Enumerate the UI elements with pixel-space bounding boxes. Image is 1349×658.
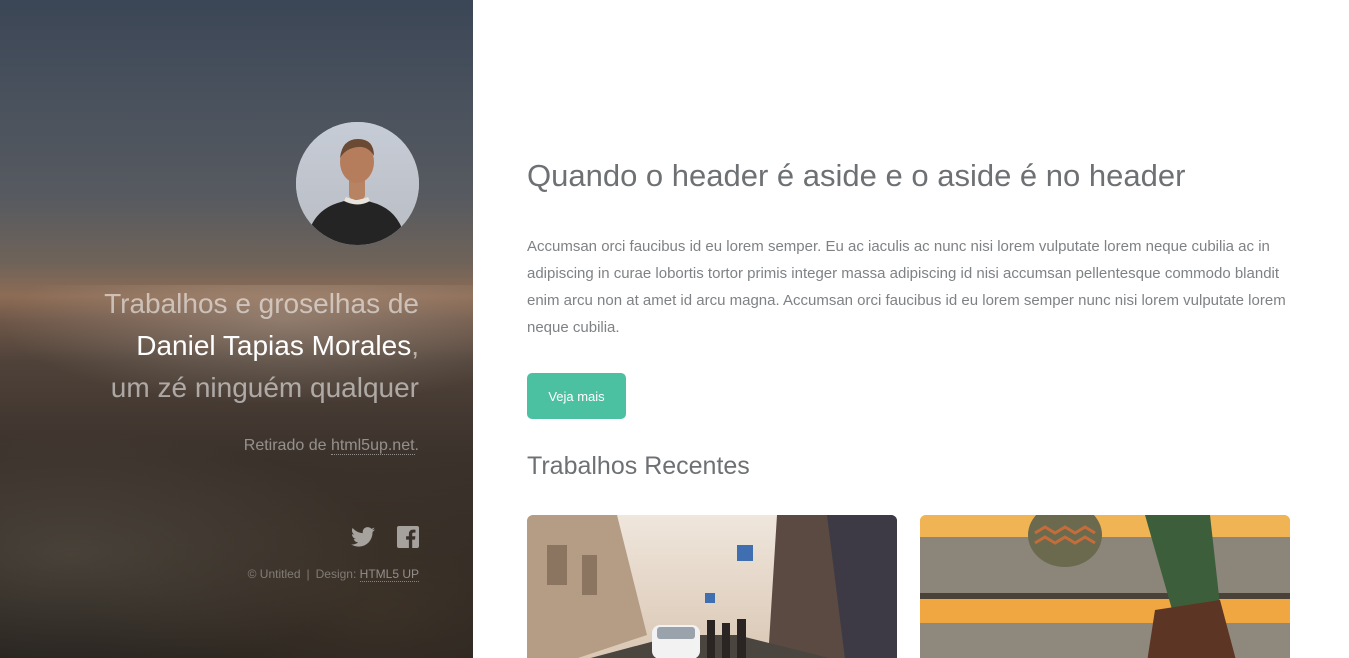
tagline-line-3: um zé ninguém qualquer [110,372,419,403]
twitter-icon[interactable] [351,526,375,550]
sidebar-header: Trabalhos e groselhas de Daniel Tapias M… [0,0,473,658]
page-title: Quando o header é aside e o aside é no h… [527,158,1186,193]
facebook-icon[interactable] [395,526,419,550]
intro-paragraph: Accumsan orci faucibus id eu lorem sempe… [527,238,1286,336]
copyright: © Untitled | Design: HTML5 UP [247,567,419,582]
copyright-separator: | [306,567,310,581]
work-thumbnail-street[interactable] [527,515,897,658]
source-credit: Retirado de html5up.net. [244,437,419,455]
design-link[interactable]: HTML5 UP [359,567,419,582]
author-name: Daniel Tapias Morales [136,330,412,361]
source-suffix: . [414,437,419,454]
source-link[interactable]: html5up.net [330,437,415,455]
tagline-comma: , [411,330,419,361]
recent-works-title: Trabalhos Recentes [527,452,750,480]
source-prefix: Retirado de [243,437,331,454]
avatar [296,122,419,245]
tagline-line-2: Daniel Tapias Morales, [19,325,419,367]
social-links [351,526,419,550]
copyright-text: © Untitled [247,567,301,581]
sidebar-tagline: Trabalhos e groselhas de Daniel Tapias M… [19,283,419,409]
veja-mais-button[interactable]: Veja mais [527,373,626,419]
design-label: Design: [315,567,360,581]
work-thumbnail-stairs[interactable] [920,515,1290,658]
tagline-line-1: Trabalhos e groselhas de [104,288,419,319]
